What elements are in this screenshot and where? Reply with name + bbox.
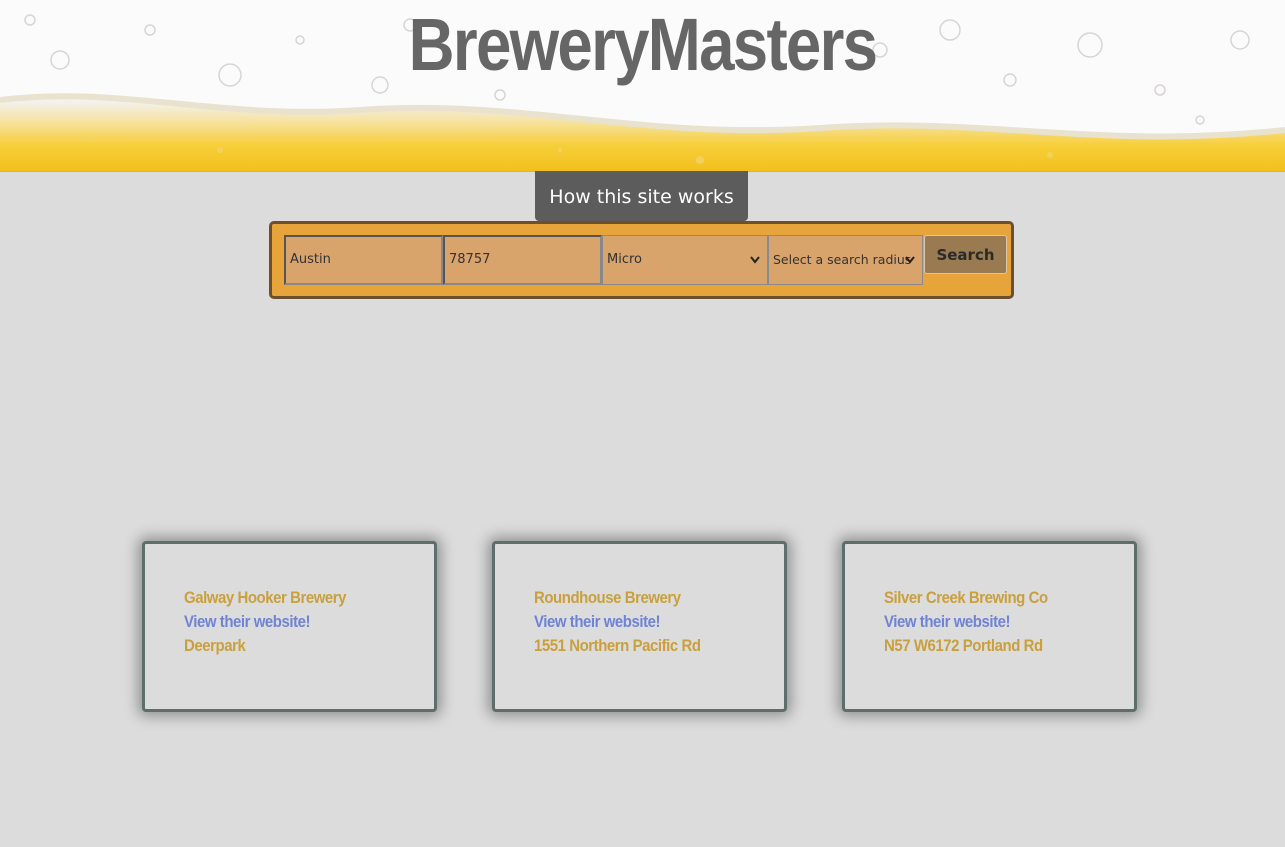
search-radius-select[interactable]: Select a search radius — [768, 235, 923, 285]
city-input[interactable]: Austin — [284, 235, 443, 285]
brewery-website-link[interactable]: View their website! — [884, 610, 1048, 634]
how-this-site-works-button[interactable]: How this site works — [535, 171, 748, 221]
chevron-down-icon — [905, 256, 915, 264]
beer-foam-banner: BreweryMasters — [0, 0, 1285, 172]
brewery-card: Roundhouse Brewery View their website! 1… — [492, 541, 787, 712]
brewery-name: Galway Hooker Brewery — [184, 588, 347, 607]
brewery-name: Silver Creek Brewing Co — [884, 588, 1048, 607]
chevron-down-icon — [750, 256, 760, 264]
brewery-card: Galway Hooker Brewery View their website… — [142, 541, 437, 712]
brewery-name: Roundhouse Brewery — [534, 588, 681, 607]
brewery-website-link[interactable]: View their website! — [534, 610, 701, 634]
brewery-type-select[interactable]: Micro — [602, 235, 768, 285]
brewery-address: Deerpark — [184, 636, 246, 655]
brewery-website-link[interactable]: View their website! — [184, 610, 346, 634]
search-radius-value: Select a search radius — [773, 252, 912, 267]
site-title: BreweryMasters — [408, 3, 878, 86]
brewery-card: Silver Creek Brewing Co View their websi… — [842, 541, 1137, 712]
brewery-type-value: Micro — [607, 252, 642, 267]
search-form: Austin 78757 Micro Select a search radiu… — [269, 221, 1014, 299]
zip-input[interactable]: 78757 — [443, 235, 602, 285]
search-button[interactable]: Search — [924, 235, 1007, 274]
brewery-address: N57 W6172 Portland Rd — [884, 636, 1043, 655]
brewery-address: 1551 Northern Pacific Rd — [534, 636, 701, 655]
